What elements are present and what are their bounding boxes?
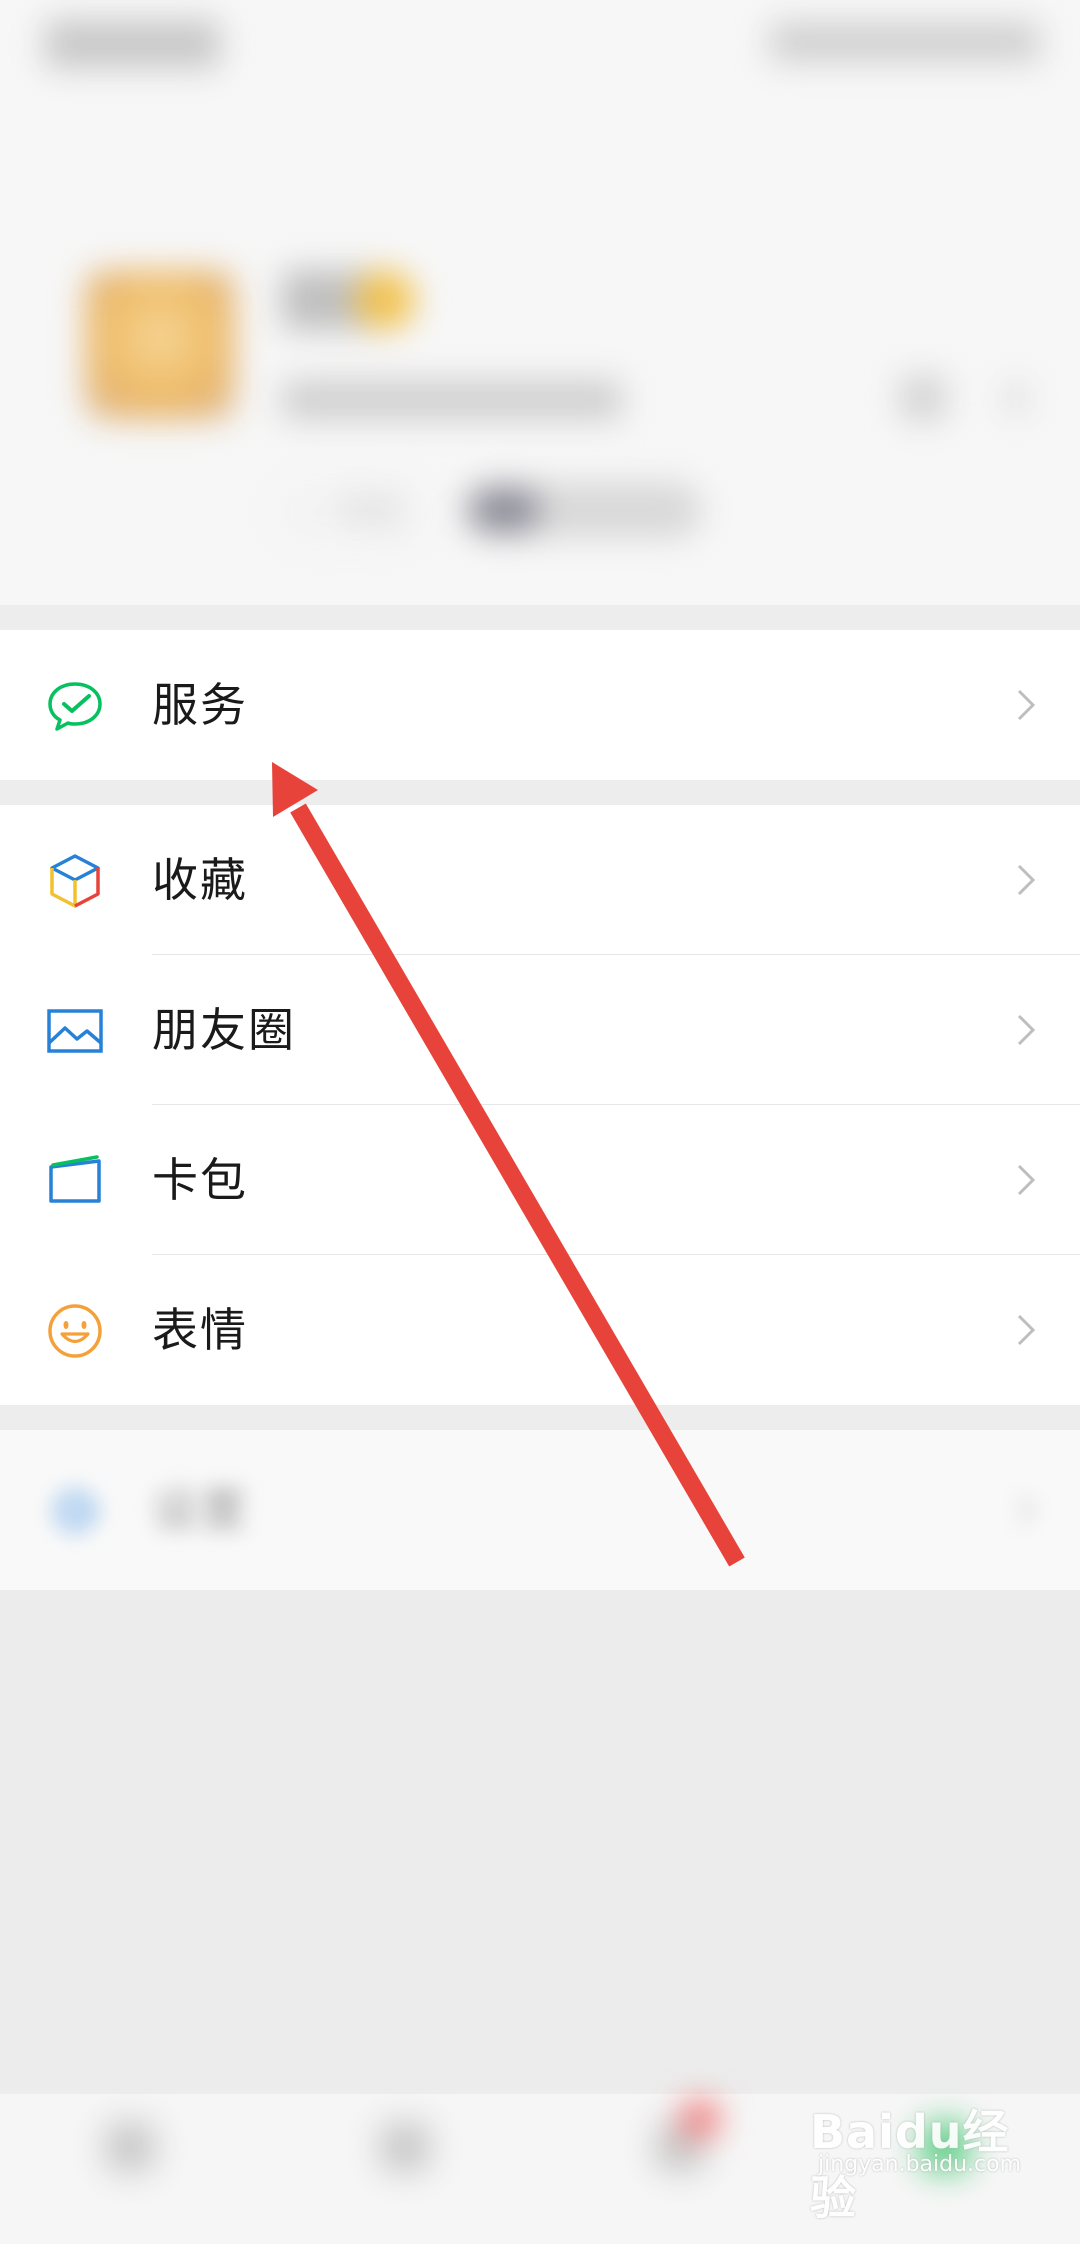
profile-header: + 状态 <box>0 0 1080 605</box>
status-button[interactable]: + 状态 <box>278 482 422 542</box>
notification-badge <box>680 2099 720 2139</box>
status-bar-left <box>45 20 220 68</box>
profile-chevron-icon[interactable] <box>1005 382 1027 414</box>
friend-avatar-icon <box>470 488 540 532</box>
avatar[interactable] <box>85 270 235 420</box>
empty-background <box>0 1590 1080 2090</box>
menu-item-settings[interactable]: 设置 <box>0 1435 1080 1585</box>
menu-item-label: 卡包 <box>152 1153 248 1207</box>
menu-item-label: 表情 <box>152 1303 248 1357</box>
moments-picture-icon <box>47 1009 103 1053</box>
chevron-right-icon <box>1017 689 1036 721</box>
qr-code-icon[interactable] <box>900 375 946 421</box>
wechat-id <box>282 380 622 420</box>
menu-item-label: 朋友圈 <box>152 1003 296 1057</box>
gear-icon <box>53 1489 97 1533</box>
wechat-me-screen: + 状态 服务 收藏 朋友圈 卡包 表情 设置 Baidu经验 jingyan.… <box>0 0 1080 2244</box>
menu-item-moments[interactable]: 朋友圈 <box>0 955 1080 1105</box>
watermark-url: jingyan.baidu.com <box>818 2152 1022 2177</box>
tab-contacts[interactable] <box>355 2104 455 2234</box>
chevron-right-icon <box>1017 1494 1036 1526</box>
baidu-jingyan-watermark: Baidu经验 jingyan.baidu.com <box>810 2096 1040 2225</box>
service-group: 服务 <box>0 630 1080 780</box>
chevron-right-icon <box>1017 1014 1036 1046</box>
chats-icon <box>105 2122 155 2172</box>
favorites-cube-icon <box>50 854 100 908</box>
sticker-smile-icon <box>48 1304 102 1358</box>
nickname-badge-icon <box>355 270 415 330</box>
menu-item-card-wallet[interactable]: 卡包 <box>0 1105 1080 1255</box>
card-wallet-icon <box>49 1155 101 1203</box>
chevron-right-icon <box>1017 864 1036 896</box>
chevron-right-icon <box>1017 1314 1036 1346</box>
contacts-icon <box>380 2122 430 2172</box>
chevron-right-icon <box>1017 1164 1036 1196</box>
wechat-pay-icon <box>48 682 102 731</box>
status-bar-right <box>770 22 1040 62</box>
menu-item-label: 收藏 <box>152 853 248 907</box>
tab-chats[interactable] <box>80 2104 180 2234</box>
menu-item-label: 设置 <box>152 1483 248 1537</box>
menu-item-favorites[interactable]: 收藏 <box>0 805 1080 955</box>
menu-item-stickers[interactable]: 表情 <box>0 1255 1080 1405</box>
main-menu-group: 收藏 朋友圈 卡包 表情 <box>0 805 1080 1405</box>
menu-item-label: 服务 <box>152 678 248 732</box>
settings-group: 设置 <box>0 1430 1080 1590</box>
menu-item-service[interactable]: 服务 <box>0 630 1080 780</box>
